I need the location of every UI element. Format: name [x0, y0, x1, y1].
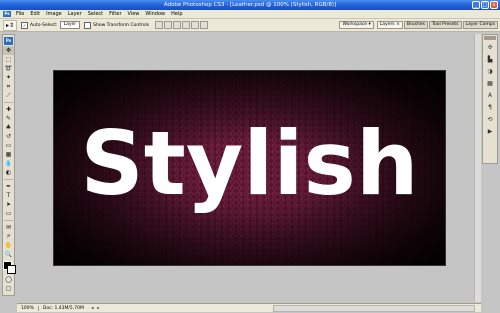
- menu-edit[interactable]: Edit: [27, 10, 43, 18]
- show-transform-checkbox[interactable]: [84, 21, 92, 29]
- notes-tool-icon[interactable]: ✉: [3, 223, 14, 232]
- align-bottom-icon[interactable]: [173, 21, 182, 29]
- tab-layers[interactable]: Layers ×: [376, 21, 403, 29]
- menu-help[interactable]: Help: [168, 10, 185, 18]
- toolbox-logo: Ps: [4, 37, 13, 45]
- hand-tool-icon[interactable]: ✋: [3, 241, 14, 250]
- align-buttons: [155, 21, 209, 29]
- slice-tool-icon[interactable]: ⟋: [3, 91, 14, 100]
- toolbox-divider: [4, 220, 13, 221]
- tab-brushes[interactable]: Brushes: [403, 21, 428, 29]
- color-swatches: [3, 261, 16, 274]
- toolbox: Ps ✥ ⬚ ➰ ✦ ⌗ ⟋ ✚ ✎ ♣ ↺ ▭ ▦ 💧 ◐ ✒ T ➤ ▭ ✉…: [2, 34, 16, 296]
- panel-dock: ✣ ▙ ◑ ▦ A ¶ ⟲ ▶: [482, 34, 498, 164]
- horizontal-scrollbar[interactable]: [273, 304, 475, 312]
- panel-tabs: Layers × Brushes Tool Presets Layer Comp…: [376, 21, 498, 29]
- move-tool-icon[interactable]: ✥: [3, 46, 14, 55]
- lasso-tool-icon[interactable]: ➰: [3, 64, 14, 73]
- color-icon[interactable]: ◑: [484, 66, 496, 76]
- shape-tool-icon[interactable]: ▭: [3, 209, 14, 218]
- history-icon[interactable]: ⟲: [484, 114, 496, 124]
- window-controls: _ □ x: [472, 1, 498, 9]
- toolbox-divider: [4, 179, 13, 180]
- tab-tool-presets[interactable]: Tool Presets: [428, 21, 462, 29]
- window-title: Adobe Photoshop CS3 - [Leather.psd @ 100…: [163, 2, 337, 8]
- pen-tool-icon[interactable]: ✒: [3, 182, 14, 191]
- status-bar: 100% Doc: 1.43M/5.70M ◂ ▸: [17, 303, 481, 312]
- options-bar: ▸⇕ ✓ Auto-Select: Layer Show Transform C…: [0, 19, 500, 32]
- auto-select-dropdown[interactable]: Layer: [59, 21, 81, 29]
- toolbox-divider: [4, 102, 13, 103]
- show-transform-label: Show Transform Controls: [93, 22, 150, 28]
- navigator-icon[interactable]: ✣: [484, 42, 496, 52]
- align-center-icon[interactable]: [191, 21, 200, 29]
- menu-window[interactable]: Window: [142, 10, 168, 18]
- workspace-button[interactable]: Workspace ▾: [339, 21, 374, 29]
- swatches-icon[interactable]: ▦: [484, 78, 496, 88]
- title-bar: Adobe Photoshop CS3 - [Leather.psd @ 100…: [0, 0, 500, 10]
- path-selection-tool-icon[interactable]: ➤: [3, 200, 14, 209]
- blur-tool-icon[interactable]: 💧: [3, 159, 14, 168]
- close-button[interactable]: x: [490, 1, 498, 9]
- background-color-swatch[interactable]: [7, 265, 16, 274]
- menu-image[interactable]: Image: [43, 10, 65, 18]
- menu-layer[interactable]: Layer: [65, 10, 85, 18]
- menu-select[interactable]: Select: [85, 10, 106, 18]
- type-tool-icon[interactable]: T: [3, 191, 14, 200]
- zoom-level[interactable]: 100%: [17, 305, 39, 311]
- maximize-button[interactable]: □: [481, 1, 489, 9]
- align-middle-icon[interactable]: [164, 21, 173, 29]
- standard-mode-icon[interactable]: ◯: [3, 275, 14, 284]
- crop-tool-icon[interactable]: ⌗: [3, 82, 14, 91]
- dock-grip[interactable]: [484, 36, 496, 40]
- document-canvas[interactable]: Stylish: [53, 70, 446, 266]
- scroll-right-icon[interactable]: ▸: [96, 305, 101, 311]
- eyedropper-tool-icon[interactable]: ⌿: [3, 232, 14, 241]
- move-tool-icon[interactable]: ▸⇕: [3, 19, 17, 31]
- align-right-icon[interactable]: [200, 21, 209, 29]
- app-logo: Ps: [3, 11, 11, 17]
- document-size: Doc: 1.43M/5.70M: [42, 305, 84, 311]
- scroll-left-icon[interactable]: ◂: [90, 305, 95, 311]
- eraser-tool-icon[interactable]: ▭: [3, 141, 14, 150]
- zoom-tool-icon[interactable]: 🔍: [3, 250, 14, 259]
- menu-view[interactable]: View: [125, 10, 143, 18]
- screen-mode-icon[interactable]: ▢: [3, 284, 14, 293]
- align-left-icon[interactable]: [182, 21, 191, 29]
- menu-file[interactable]: File: [13, 10, 27, 18]
- minimize-button[interactable]: _: [472, 1, 480, 9]
- options-right: Workspace ▾ Layers × Brushes Tool Preset…: [339, 21, 498, 29]
- history-brush-tool-icon[interactable]: ↺: [3, 132, 14, 141]
- marquee-tool-icon[interactable]: ⬚: [3, 55, 14, 64]
- status-nav: ◂ ▸: [90, 305, 101, 311]
- histogram-icon[interactable]: ▙: [484, 54, 496, 64]
- brush-tool-icon[interactable]: ✎: [3, 114, 14, 123]
- align-top-icon[interactable]: [155, 21, 164, 29]
- paragraph-icon[interactable]: ¶: [484, 102, 496, 112]
- canvas-headline-text: Stylish: [80, 112, 419, 215]
- actions-icon[interactable]: ▶: [484, 126, 496, 136]
- tab-layer-comps[interactable]: Layer Comps: [462, 21, 498, 29]
- dodge-tool-icon[interactable]: ◐: [3, 168, 14, 177]
- menu-filter[interactable]: Filter: [106, 10, 124, 18]
- magic-wand-tool-icon[interactable]: ✦: [3, 73, 14, 82]
- auto-select-checkbox[interactable]: ✓: [21, 21, 28, 29]
- clone-stamp-tool-icon[interactable]: ♣: [3, 123, 14, 132]
- character-icon[interactable]: A: [484, 90, 496, 100]
- gradient-tool-icon[interactable]: ▦: [3, 150, 14, 159]
- healing-brush-tool-icon[interactable]: ✚: [3, 105, 14, 114]
- vertical-scrollbar[interactable]: [474, 34, 481, 302]
- menu-bar: Ps File Edit Image Layer Select Filter V…: [0, 10, 500, 19]
- auto-select-label: Auto-Select:: [30, 22, 58, 28]
